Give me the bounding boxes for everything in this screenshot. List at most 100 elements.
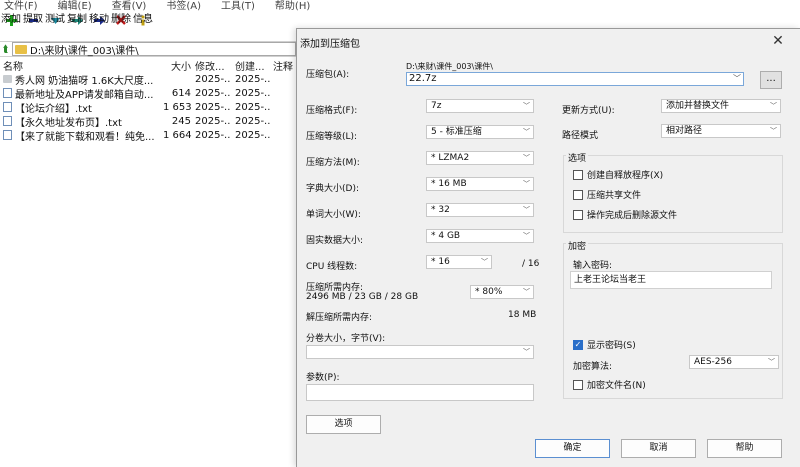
params-label: 参数(P): bbox=[306, 373, 340, 383]
file-name: 【永久地址发布页】.txt bbox=[15, 117, 122, 129]
solid-select[interactable]: * 4 GB ﹀ bbox=[426, 229, 534, 243]
update-value: 添加并替换文件 bbox=[666, 101, 730, 111]
level-select[interactable]: 5 - 标准压缩 ﹀ bbox=[426, 125, 534, 139]
cancel-button[interactable]: 取消 bbox=[621, 439, 696, 458]
shared-checkbox[interactable]: 压缩共享文件 bbox=[573, 188, 641, 201]
col-created[interactable]: 创建... bbox=[231, 58, 271, 73]
mem-percent-select[interactable]: * 80% ﹀ bbox=[470, 285, 534, 299]
chevron-down-icon: ﹀ bbox=[770, 102, 777, 110]
up-folder-icon[interactable]: ⮬ bbox=[0, 44, 12, 55]
checkbox-box[interactable] bbox=[573, 379, 583, 390]
delete-label: 删除 bbox=[111, 14, 131, 25]
method-label: 压缩方法(M): bbox=[306, 158, 360, 168]
pathmode-select[interactable]: 相对路径 ﹀ bbox=[661, 124, 781, 138]
menu-file[interactable]: 文件(F) bbox=[4, 0, 38, 13]
menu-edit[interactable]: 编辑(E) bbox=[58, 0, 92, 13]
browse-button[interactable]: ... bbox=[760, 71, 782, 89]
file-row[interactable]: 最新地址及APP请发邮箱自动... 614 2025-... 2025-... bbox=[0, 86, 296, 101]
encrypt-group-title: 加密 bbox=[566, 239, 589, 252]
file-modified: 2025-... bbox=[195, 101, 231, 113]
show-password-checkbox[interactable]: ✓ 显示密码(S) bbox=[573, 338, 636, 351]
chevron-down-icon: ﹀ bbox=[523, 206, 530, 214]
address-input[interactable]: D:\来财\课件_003\课件\ bbox=[12, 42, 296, 57]
col-modified[interactable]: 修改... bbox=[191, 58, 231, 73]
archive-name-input[interactable]: 22.7z ﹀ bbox=[406, 72, 744, 86]
chevron-down-icon: ﹀ bbox=[523, 180, 530, 188]
info-button[interactable]: 信息 bbox=[132, 13, 154, 41]
folder-icon bbox=[15, 44, 27, 54]
menu-view[interactable]: 查看(V) bbox=[112, 0, 147, 13]
solid-value: * 4 GB bbox=[431, 231, 461, 241]
file-row[interactable]: 秀人网 奶油猫呀 1.6K大尺度... 2025-... 2025-... bbox=[0, 72, 296, 87]
update-label: 更新方式(U): bbox=[562, 106, 615, 116]
file-name: 秀人网 奶油猫呀 1.6K大尺度... bbox=[15, 75, 154, 87]
file-name: 【论坛介绍】.txt bbox=[15, 103, 92, 115]
file-name: 最新地址及APP请发邮箱自动... bbox=[15, 89, 154, 101]
extract-button[interactable]: 提取 bbox=[22, 13, 44, 41]
help-button[interactable]: 帮助 bbox=[707, 439, 782, 458]
level-label: 压缩等级(L): bbox=[306, 132, 358, 142]
move-label: 移动 bbox=[89, 14, 109, 25]
address-bar: ⮬ D:\来财\课件_003\课件\ bbox=[0, 41, 296, 57]
file-created: 2025-... bbox=[235, 115, 271, 127]
file-row[interactable]: 【来了就能下载和观看！纯免... 1 664 2025-... 2025-... bbox=[0, 128, 296, 143]
add-label: 添加 bbox=[1, 14, 21, 25]
enc-method-value: AES-256 bbox=[694, 357, 732, 367]
volume-select[interactable]: ﹀ bbox=[306, 345, 534, 359]
menu-tools[interactable]: 工具(T) bbox=[221, 0, 255, 13]
chevron-down-icon: ﹀ bbox=[768, 358, 775, 366]
file-row[interactable]: 【永久地址发布页】.txt 245 2025-... 2025-... bbox=[0, 114, 296, 129]
threads-select[interactable]: * 16 ﹀ bbox=[426, 255, 492, 269]
col-size[interactable]: 大小 bbox=[163, 58, 191, 73]
text-file-icon bbox=[3, 88, 12, 98]
file-row[interactable]: 【论坛介绍】.txt 1 653 2025-... 2025-... bbox=[0, 100, 296, 115]
password-input[interactable]: 上老王论坛当老王 bbox=[570, 271, 772, 289]
col-name[interactable]: 名称 bbox=[0, 58, 163, 73]
archive-name-value: 22.7z bbox=[409, 73, 437, 84]
format-label: 压缩格式(F): bbox=[306, 106, 358, 116]
options-group-title: 选项 bbox=[566, 151, 589, 164]
update-select[interactable]: 添加并替换文件 ﹀ bbox=[661, 99, 781, 113]
checkbox-checked-icon[interactable]: ✓ bbox=[573, 339, 583, 350]
file-size: 245 bbox=[171, 115, 191, 127]
file-created: 2025-... bbox=[235, 87, 271, 99]
file-size: 1 664 bbox=[163, 129, 192, 141]
solid-label: 固实数据大小: bbox=[306, 236, 364, 246]
add-button[interactable]: 添加 bbox=[0, 13, 22, 41]
dict-select[interactable]: * 16 MB ﹀ bbox=[426, 177, 534, 191]
word-select[interactable]: * 32 ﹀ bbox=[426, 203, 534, 217]
delete-button[interactable]: 删除 bbox=[110, 13, 132, 41]
params-input[interactable] bbox=[306, 384, 534, 401]
options-button[interactable]: 选项 bbox=[306, 415, 381, 434]
mem-decompress-label: 解压缩所需内存: bbox=[306, 313, 373, 323]
close-icon[interactable]: ✕ bbox=[770, 33, 786, 49]
menu-help[interactable]: 帮助(H) bbox=[275, 0, 310, 13]
checkbox-box[interactable] bbox=[573, 209, 583, 220]
encrypt-names-checkbox[interactable]: 加密文件名(N) bbox=[573, 378, 646, 391]
sfx-label: 创建自释放程序(X) bbox=[587, 171, 664, 181]
move-button[interactable]: 移动 bbox=[88, 13, 110, 41]
format-select[interactable]: 7z ﹀ bbox=[426, 99, 534, 113]
shared-label: 压缩共享文件 bbox=[587, 191, 642, 201]
chevron-down-icon[interactable]: ﹀ bbox=[733, 73, 741, 85]
menu-bookmarks[interactable]: 书签(A) bbox=[166, 0, 201, 13]
copy-button[interactable]: 复制 bbox=[66, 13, 88, 41]
file-list: 名称 大小 修改... 创建... 注释 秀人网 奶油猫呀 1.6K大尺度...… bbox=[0, 58, 296, 143]
file-modified: 2025-... bbox=[195, 73, 231, 85]
word-label: 单词大小(W): bbox=[306, 210, 361, 220]
chevron-down-icon: ﹀ bbox=[523, 102, 530, 110]
mem-decompress-value: 18 MB bbox=[508, 310, 537, 320]
ok-button[interactable]: 确定 bbox=[535, 439, 610, 458]
file-created: 2025-... bbox=[235, 129, 271, 141]
checkbox-box[interactable] bbox=[573, 169, 583, 180]
test-button[interactable]: 测试 bbox=[44, 13, 66, 41]
delete-after-checkbox[interactable]: 操作完成后删除源文件 bbox=[573, 208, 677, 221]
info-label: 信息 bbox=[133, 14, 153, 25]
sfx-checkbox[interactable]: 创建自释放程序(X) bbox=[573, 168, 663, 181]
checkbox-box[interactable] bbox=[573, 189, 583, 200]
col-note[interactable]: 注释 bbox=[271, 58, 296, 73]
dialog-title: 添加到压缩包 bbox=[300, 39, 360, 50]
enc-method-select[interactable]: AES-256 ﹀ bbox=[689, 355, 779, 369]
method-select[interactable]: * LZMA2 ﹀ bbox=[426, 151, 534, 165]
dict-label: 字典大小(D): bbox=[306, 184, 359, 194]
